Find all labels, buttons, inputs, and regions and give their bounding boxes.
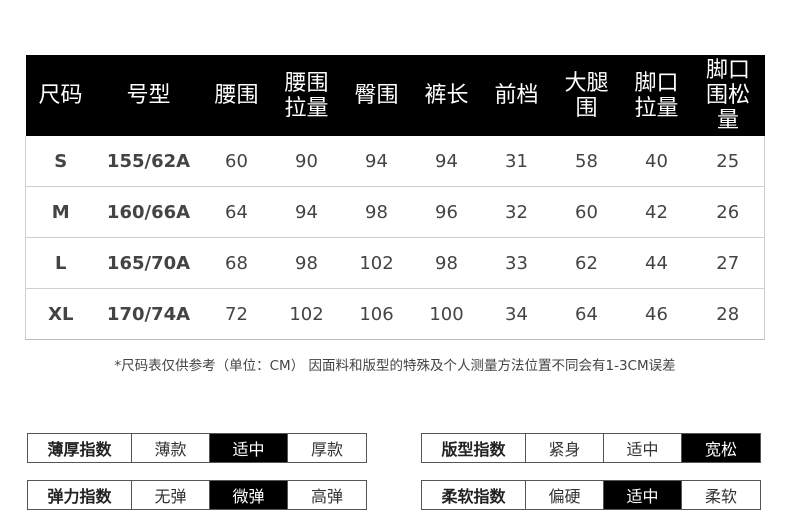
cell-leg-opening-stretch: 42 bbox=[621, 186, 692, 238]
fit-option-regular: 适中 bbox=[604, 434, 682, 462]
cell-waist: 64 bbox=[201, 186, 272, 238]
cell-hip: 102 bbox=[341, 237, 412, 289]
fit-index: 版型指数 紧身 适中 宽松 bbox=[421, 433, 761, 463]
elasticity-option-high: 高弹 bbox=[310, 487, 343, 506]
cell-waist-stretch: 94 bbox=[271, 186, 342, 238]
cell-size: L bbox=[25, 237, 96, 289]
cell-waist-stretch: 102 bbox=[271, 288, 342, 340]
header-thigh: 大腿围 bbox=[551, 55, 622, 136]
fit-option-tight: 紧身 bbox=[526, 434, 604, 462]
table-row: L 165/70A 68 98 102 98 33 62 44 27 bbox=[25, 237, 765, 289]
cell-pant-length: 96 bbox=[411, 186, 482, 238]
cell-waist-stretch: 98 bbox=[271, 237, 342, 289]
softness-option-medium: 适中 bbox=[604, 481, 682, 509]
cell-hip: 98 bbox=[341, 186, 412, 238]
cell-model: 165/70A bbox=[95, 237, 202, 289]
cell-pant-length: 98 bbox=[411, 237, 482, 289]
cell-waist-stretch: 90 bbox=[271, 136, 342, 187]
cell-leg-opening-stretch: 40 bbox=[621, 136, 692, 187]
cell-leg-opening-ease: 25 bbox=[691, 136, 765, 187]
elasticity-index-label: 弹力指数 bbox=[28, 481, 132, 509]
cell-front-rise: 33 bbox=[481, 237, 552, 289]
header-size: 尺码 bbox=[25, 55, 96, 136]
cell-front-rise: 32 bbox=[481, 186, 552, 238]
cell-waist: 72 bbox=[201, 288, 272, 340]
header-model: 号型 bbox=[95, 55, 202, 136]
fit-option-loose: 宽松 bbox=[682, 434, 760, 462]
cell-front-rise: 34 bbox=[481, 288, 552, 340]
elasticity-option-slight: 微弹 bbox=[210, 481, 288, 509]
cell-size: M bbox=[25, 186, 96, 238]
size-chart-header-row: 尺码 号型 腰围 腰围 拉量 臀围 裤长 前档 大腿围 脚口 拉量 脚口 围松量 bbox=[25, 55, 765, 136]
cell-size: XL bbox=[25, 288, 96, 340]
softness-option-soft: 柔软 bbox=[704, 487, 737, 506]
cell-size: S bbox=[25, 136, 96, 187]
thickness-index: 薄厚指数 薄款 适中 厚款 bbox=[27, 433, 367, 463]
cell-waist: 60 bbox=[201, 136, 272, 187]
softness-option-stiff: 偏硬 bbox=[526, 481, 604, 509]
cell-hip: 106 bbox=[341, 288, 412, 340]
cell-leg-opening-stretch: 46 bbox=[621, 288, 692, 340]
table-row: M 160/66A 64 94 98 96 32 60 42 26 bbox=[25, 186, 765, 238]
cell-thigh: 58 bbox=[551, 136, 622, 187]
cell-waist: 68 bbox=[201, 237, 272, 289]
table-row: S 155/62A 60 90 94 94 31 58 40 25 bbox=[25, 136, 765, 187]
cell-leg-opening-ease: 26 bbox=[691, 186, 765, 238]
cell-leg-opening-stretch: 44 bbox=[621, 237, 692, 289]
header-hip: 臀围 bbox=[341, 55, 412, 136]
header-waist-stretch: 腰围 拉量 bbox=[271, 55, 342, 136]
header-leg-opening-stretch: 脚口 拉量 bbox=[621, 55, 692, 136]
thickness-index-label: 薄厚指数 bbox=[28, 434, 132, 462]
size-chart-note: *尺码表仅供参考（单位：CM） 因面料和版型的特殊及个人测量方法位置不同会有1-… bbox=[114, 358, 676, 374]
cell-pant-length: 94 bbox=[411, 136, 482, 187]
thickness-option-medium: 适中 bbox=[210, 434, 288, 462]
cell-model: 160/66A bbox=[95, 186, 202, 238]
softness-index-label: 柔软指数 bbox=[422, 481, 526, 509]
cell-front-rise: 31 bbox=[481, 136, 552, 187]
cell-thigh: 64 bbox=[551, 288, 622, 340]
thickness-option-thin: 薄款 bbox=[132, 434, 210, 462]
cell-leg-opening-ease: 28 bbox=[691, 288, 765, 340]
elasticity-index: 弹力指数 无弹 微弹 高弹 bbox=[27, 480, 367, 510]
header-front-rise: 前档 bbox=[481, 55, 552, 136]
cell-thigh: 60 bbox=[551, 186, 622, 238]
table-row: XL 170/74A 72 102 106 100 34 64 46 28 bbox=[25, 288, 765, 340]
cell-pant-length: 100 bbox=[411, 288, 482, 340]
softness-index: 柔软指数 偏硬 适中 柔软 bbox=[421, 480, 761, 510]
cell-hip: 94 bbox=[341, 136, 412, 187]
size-chart-table: 尺码 号型 腰围 腰围 拉量 臀围 裤长 前档 大腿围 脚口 拉量 脚口 围松量 S1… bbox=[25, 55, 765, 340]
thickness-option-thick: 厚款 bbox=[310, 440, 343, 459]
header-leg-opening-ease: 脚口 围松量 bbox=[691, 55, 765, 136]
cell-model: 155/62A bbox=[95, 136, 202, 187]
elasticity-option-none: 无弹 bbox=[132, 481, 210, 509]
fit-index-label: 版型指数 bbox=[422, 434, 526, 462]
cell-thigh: 62 bbox=[551, 237, 622, 289]
cell-leg-opening-ease: 27 bbox=[691, 237, 765, 289]
header-waist: 腰围 bbox=[201, 55, 272, 136]
header-pant-length: 裤长 bbox=[411, 55, 482, 136]
cell-model: 170/74A bbox=[95, 288, 202, 340]
